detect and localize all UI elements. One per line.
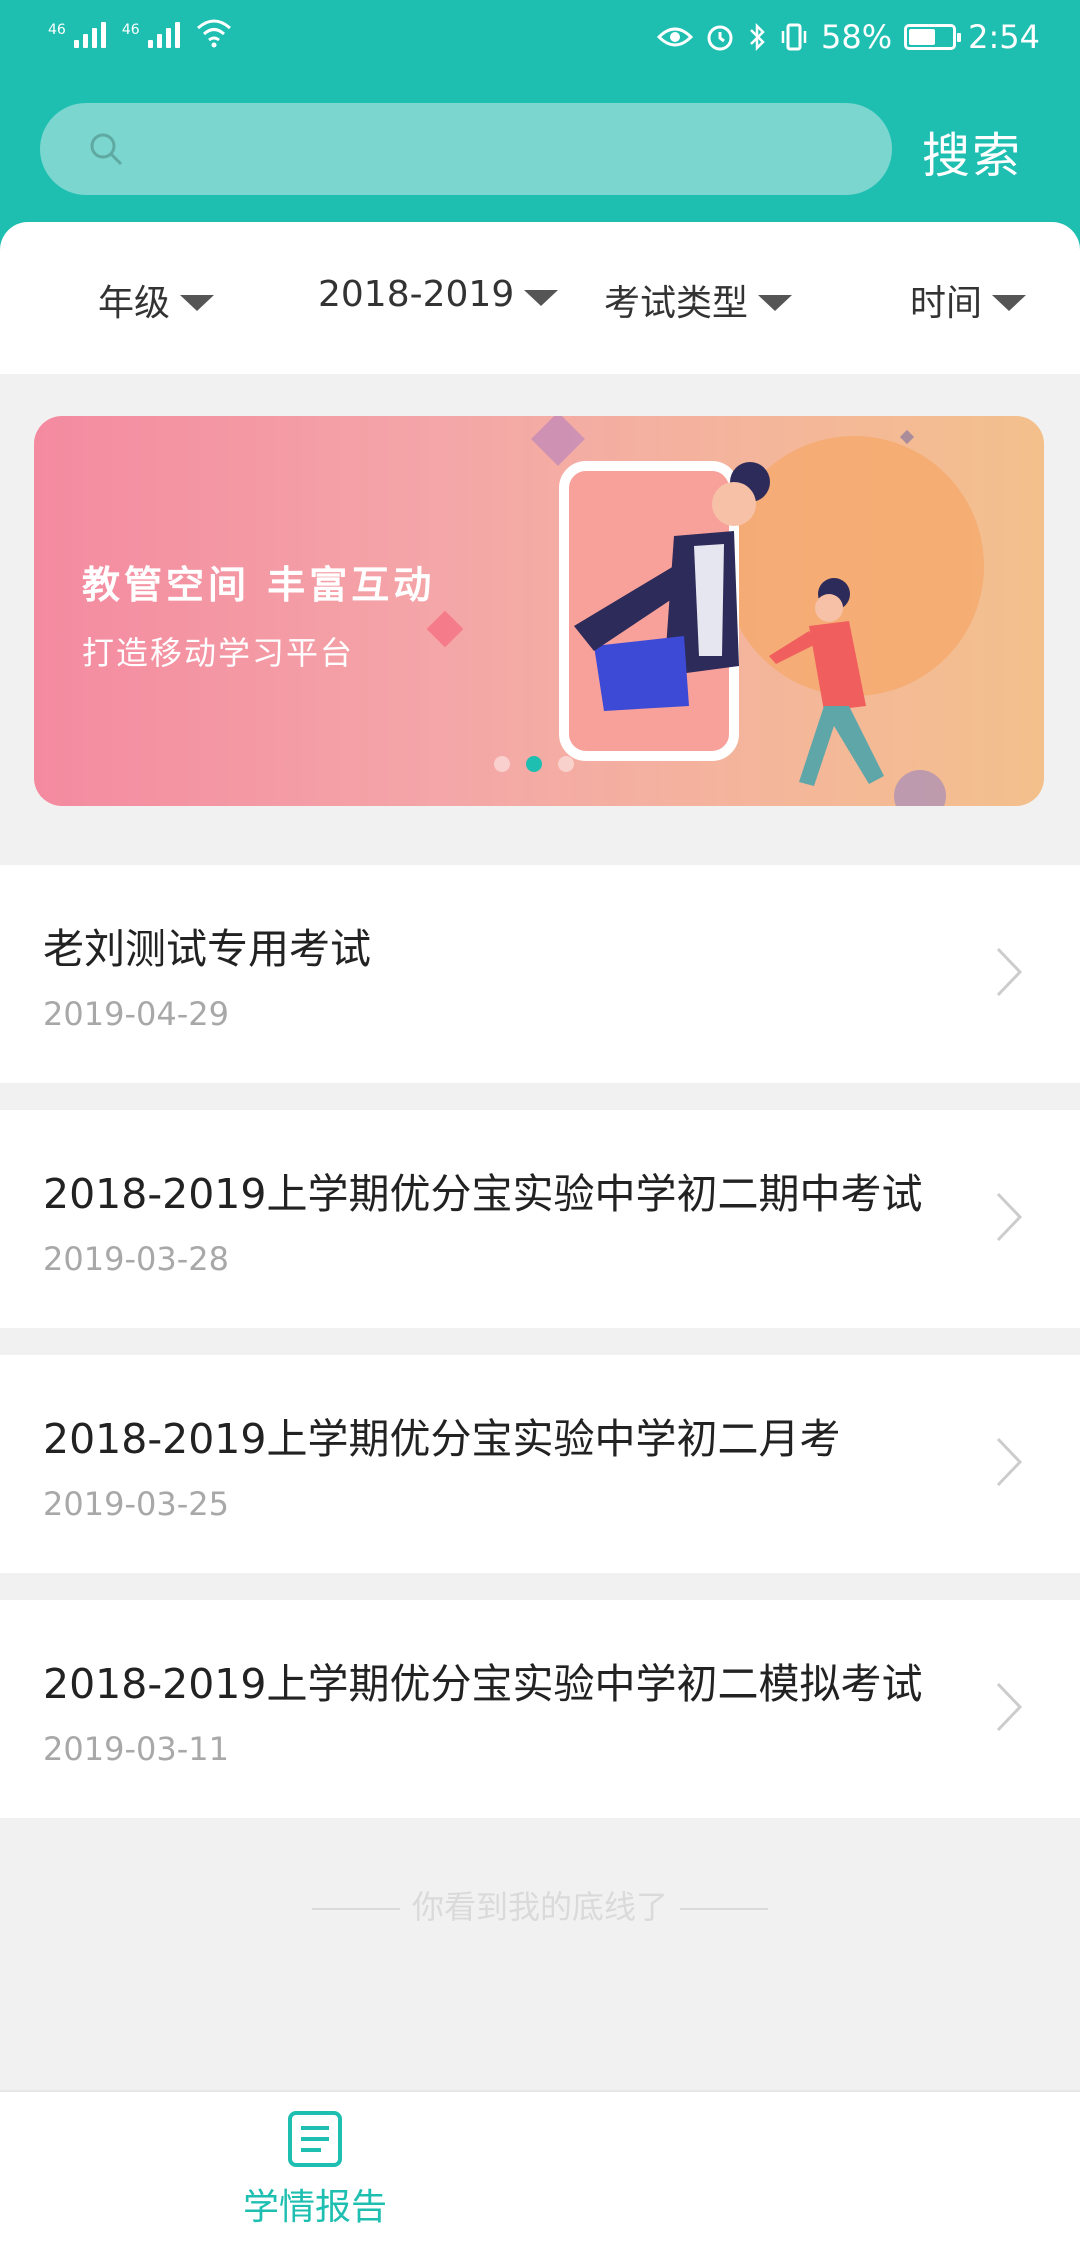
exam-date: 2019-03-11 (43, 1730, 229, 1768)
alarm-icon (707, 25, 733, 51)
chevron-right-icon (996, 1192, 1023, 1242)
exam-date: 2019-04-29 (43, 995, 229, 1033)
bottom-nav: 学情报告 (0, 2090, 1080, 2246)
filter-school-year[interactable]: 2018-2019 (318, 274, 559, 315)
dropdown-arrow-icon (758, 295, 793, 311)
carousel-dot[interactable] (558, 756, 574, 772)
clock-time: 2:54 (968, 18, 1040, 56)
filter-time[interactable]: 时间 (910, 274, 1027, 326)
filter-bar: 年级 2018-2019 考试类型 时间 (0, 222, 1080, 374)
eye-icon (657, 27, 694, 47)
exam-title: 老刘测试专用考试 (43, 925, 371, 973)
vibrate-icon (781, 23, 807, 51)
exam-list-item[interactable]: 2018-2019上学期优分宝实验中学初二模拟考试 2019-03-11 (0, 1600, 1080, 1818)
chevron-right-icon (996, 947, 1023, 997)
bluetooth-icon (750, 22, 765, 52)
filter-label: 时间 (910, 283, 983, 324)
end-of-list-note: 你看到我的底线了 (0, 1882, 1080, 1928)
app-header: 46 46 58% 2:54 搜索 (0, 0, 1080, 250)
promo-banner[interactable]: 教管空间 丰富互动 打造移动学习平台 (34, 416, 1044, 806)
exam-title: 2018-2019上学期优分宝实验中学初二期中考试 (43, 1170, 923, 1218)
carousel-dot[interactable] (494, 756, 510, 772)
end-of-list-text: 你看到我的底线了 (411, 1888, 668, 1926)
battery-icon (904, 24, 962, 50)
dropdown-arrow-icon (180, 295, 215, 311)
exam-date: 2019-03-28 (43, 1240, 229, 1278)
filter-exam-type[interactable]: 考试类型 (604, 274, 793, 326)
divider (680, 1908, 768, 1910)
nav-item-label: 学情报告 (242, 2187, 387, 2228)
dropdown-arrow-icon (524, 289, 559, 306)
banner-subtitle: 打造移动学习平台 (82, 634, 355, 672)
dropdown-arrow-icon (992, 295, 1027, 311)
wifi-icon (196, 19, 231, 48)
exam-date: 2019-03-25 (43, 1485, 229, 1523)
nav-item-report[interactable]: 学情报告 (240, 2110, 390, 2230)
exam-title: 2018-2019上学期优分宝实验中学初二模拟考试 (43, 1660, 923, 1708)
chevron-right-icon (996, 1437, 1023, 1487)
filter-label: 年级 (98, 283, 171, 324)
divider (311, 1908, 400, 1910)
exam-list-item[interactable]: 2018-2019上学期优分宝实验中学初二期中考试 2019-03-28 (0, 1110, 1080, 1328)
filter-grade[interactable]: 年级 (98, 274, 215, 326)
report-icon (288, 2111, 342, 2167)
status-bar: 46 46 58% 2:54 (0, 0, 1080, 86)
exam-list-item[interactable]: 2018-2019上学期优分宝实验中学初二月考 2019-03-25 (0, 1355, 1080, 1573)
filter-label: 2018-2019 (318, 274, 515, 315)
search-button[interactable]: 搜索 (922, 116, 1022, 186)
search-input[interactable] (150, 123, 854, 177)
cell-signal-icon: 46 (48, 22, 106, 48)
search-icon (90, 133, 123, 166)
cell-signal-icon: 46 (122, 22, 180, 48)
exam-title: 2018-2019上学期优分宝实验中学初二月考 (43, 1415, 841, 1463)
carousel-dot-active[interactable] (526, 756, 542, 772)
battery-percent: 58% (821, 18, 893, 56)
search-bar[interactable] (40, 103, 892, 195)
exam-list-item[interactable]: 老刘测试专用考试 2019-04-29 (0, 865, 1080, 1083)
banner-illustration (426, 416, 984, 806)
chevron-right-icon (996, 1682, 1023, 1732)
carousel-indicator (494, 756, 574, 772)
banner-title: 教管空间 丰富互动 (82, 563, 436, 607)
filter-label: 考试类型 (604, 283, 749, 324)
